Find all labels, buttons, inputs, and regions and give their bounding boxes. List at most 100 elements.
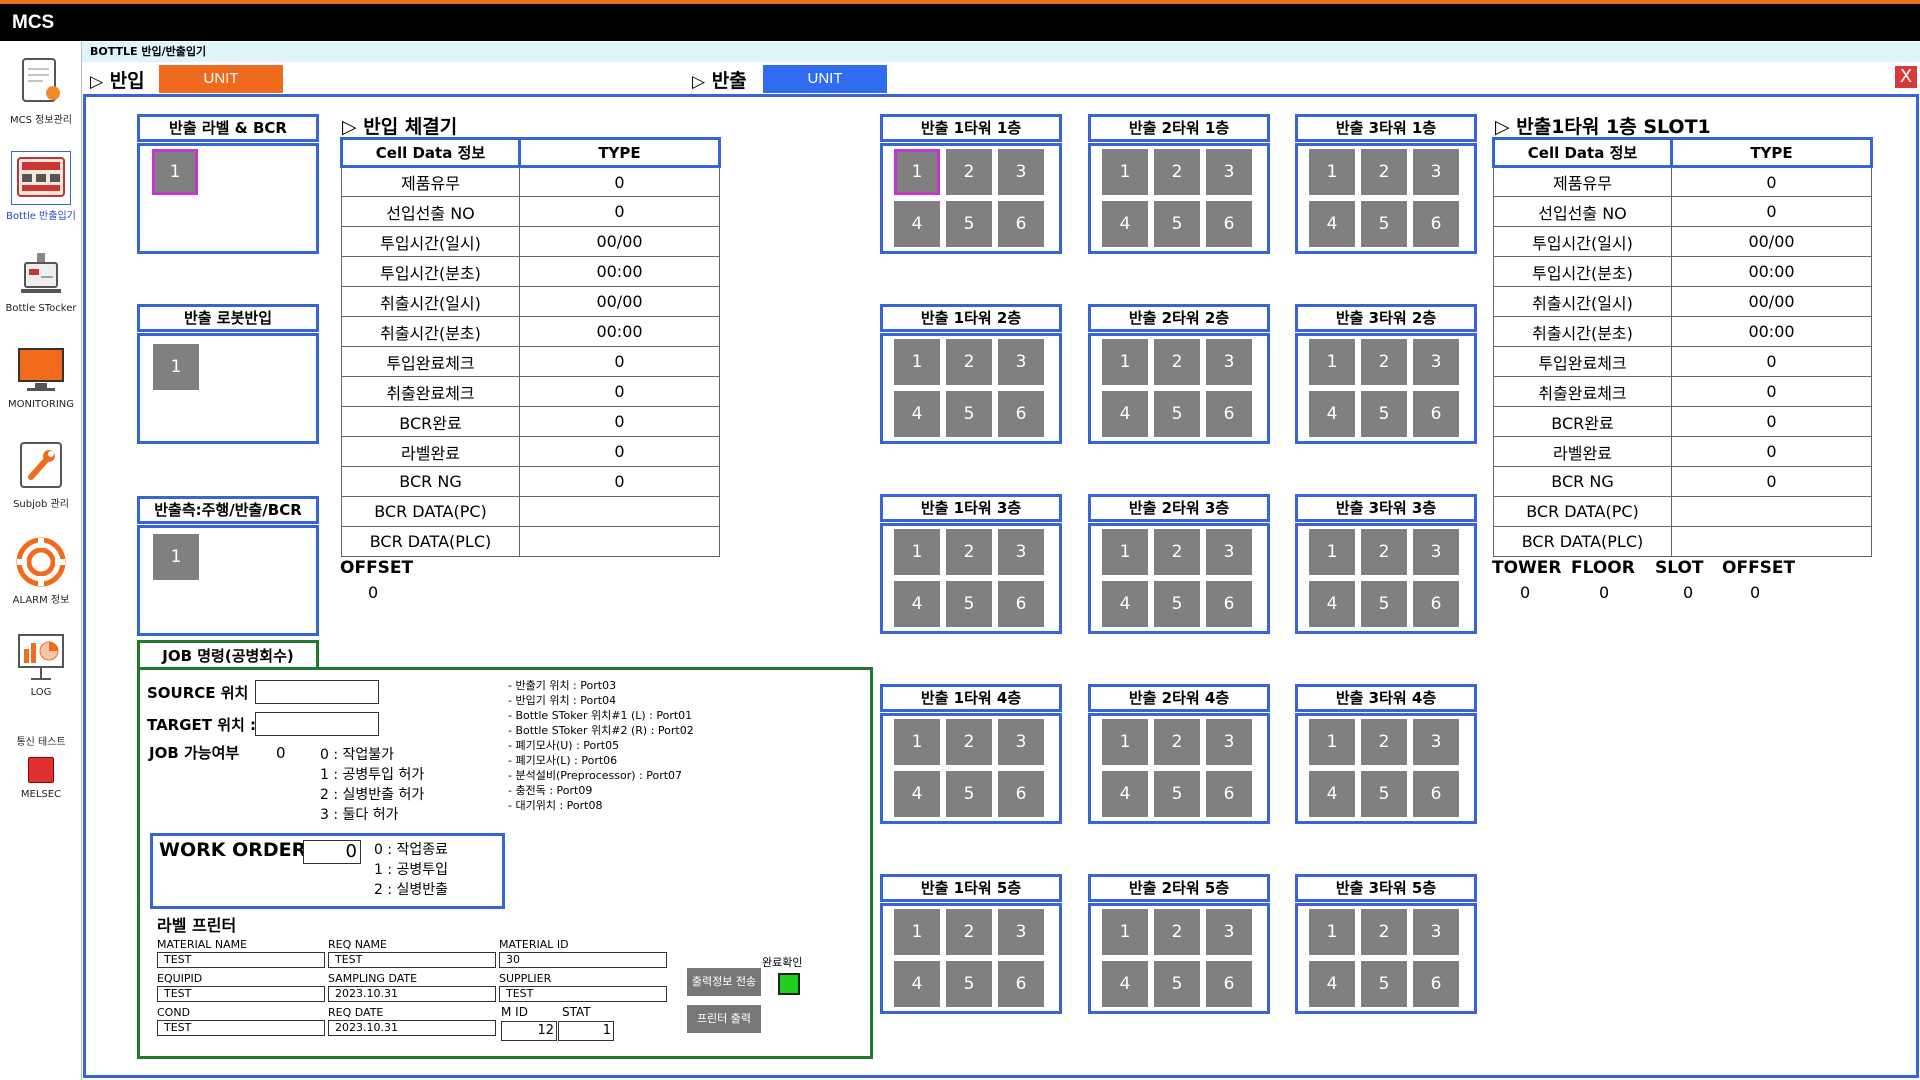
work-order-input[interactable]: 0 [303,840,361,864]
out-unit-tab[interactable]: UNIT [763,65,887,93]
slot-cell[interactable]: 1 [1309,909,1355,955]
slot-cell[interactable]: 2 [1154,719,1200,765]
slot-cell[interactable]: 1 [894,529,940,575]
slot-cell[interactable]: 2 [1361,719,1407,765]
equipid-field[interactable]: TEST [157,986,325,1002]
print-button[interactable]: 프린터 출력 [687,1005,761,1033]
req-name-field[interactable]: TEST [328,952,496,968]
send-print-info-button[interactable]: 출력정보 전송 [687,968,761,996]
slot-cell[interactable]: 5 [1154,961,1200,1007]
slot-cell[interactable]: 6 [1206,771,1252,817]
slot-cell[interactable]: 3 [1206,529,1252,575]
req-date-field[interactable]: 2023.10.31 [328,1020,496,1036]
sidebar-item-log[interactable]: LOG [0,631,82,698]
slot-cell[interactable]: 5 [946,201,992,247]
slot-cell[interactable]: 1 [1102,149,1148,195]
robot-in-cell[interactable]: 1 [153,344,199,390]
slot-cell[interactable]: 5 [1154,391,1200,437]
slot-cell[interactable]: 3 [1413,909,1459,955]
slot-cell[interactable]: 4 [1102,961,1148,1007]
supplier-field[interactable]: TEST [499,986,667,1002]
slot-cell[interactable]: 6 [998,391,1044,437]
slot-cell[interactable]: 3 [1206,719,1252,765]
slot-cell[interactable]: 4 [894,961,940,1007]
slot-cell[interactable]: 1 [1309,149,1355,195]
slot-cell[interactable]: 4 [1309,771,1355,817]
slot-cell[interactable]: 3 [998,719,1044,765]
slot-cell[interactable]: 4 [1309,391,1355,437]
in-unit-tab[interactable]: UNIT [159,65,283,93]
sidebar-item-subjob[interactable]: Subjob 관리 [0,439,82,510]
sidebar-item-alarm[interactable]: ALARM 정보 [0,535,82,606]
slot-cell[interactable]: 3 [1413,149,1459,195]
target-input[interactable] [255,712,379,736]
slot-cell[interactable]: 5 [1361,391,1407,437]
slot-cell[interactable]: 2 [1154,529,1200,575]
slot-cell[interactable]: 1 [1102,529,1148,575]
slot-cell[interactable]: 5 [1154,771,1200,817]
slot-cell[interactable]: 5 [1361,581,1407,627]
slot-cell[interactable]: 3 [1206,909,1252,955]
slot-cell[interactable]: 1 [1309,339,1355,385]
drive-bcr-cell[interactable]: 1 [153,534,199,580]
sidebar-item-monitoring[interactable]: MONITORING [0,343,82,410]
slot-cell[interactable]: 4 [894,771,940,817]
slot-cell[interactable]: 1 [1309,529,1355,575]
material-name-field[interactable]: TEST [157,952,325,968]
slot-cell[interactable]: 6 [1413,961,1459,1007]
slot-cell[interactable]: 4 [1309,581,1355,627]
slot-cell[interactable]: 6 [1206,961,1252,1007]
slot-cell[interactable]: 6 [998,201,1044,247]
slot-cell[interactable]: 6 [1413,581,1459,627]
slot-cell[interactable]: 1 [1102,909,1148,955]
slot-cell[interactable]: 5 [1361,201,1407,247]
slot-cell[interactable]: 5 [946,961,992,1007]
source-input[interactable] [255,680,379,704]
slot-cell[interactable]: 6 [998,581,1044,627]
slot-cell[interactable]: 2 [946,149,992,195]
sidebar-item-mcs-info[interactable]: MCS 정보관리 [0,55,82,126]
slot-cell[interactable]: 1 [894,339,940,385]
slot-cell[interactable]: 2 [1154,339,1200,385]
material-id-field[interactable]: 30 [499,952,667,968]
slot-cell[interactable]: 3 [998,339,1044,385]
label-bcr-cell[interactable]: 1 [152,149,198,195]
slot-cell[interactable]: 6 [1413,771,1459,817]
mid-field[interactable]: 12 [501,1021,557,1041]
melsec-status-button[interactable] [28,757,54,783]
slot-cell[interactable]: 6 [1206,581,1252,627]
slot-cell[interactable]: 2 [946,719,992,765]
slot-cell[interactable]: 4 [1102,771,1148,817]
slot-cell[interactable]: 2 [946,339,992,385]
slot-cell[interactable]: 1 [1309,719,1355,765]
slot-cell[interactable]: 4 [1102,201,1148,247]
slot-cell[interactable]: 4 [894,391,940,437]
slot-cell[interactable]: 3 [1413,339,1459,385]
slot-cell[interactable]: 5 [946,771,992,817]
slot-cell[interactable]: 6 [1206,201,1252,247]
slot-cell[interactable]: 2 [1361,909,1407,955]
slot-cell[interactable]: 4 [1309,961,1355,1007]
slot-cell[interactable]: 1 [1102,719,1148,765]
slot-cell[interactable]: 4 [894,581,940,627]
slot-cell[interactable]: 2 [1361,339,1407,385]
slot-cell[interactable]: 3 [998,149,1044,195]
close-button[interactable]: X [1894,65,1918,89]
slot-cell[interactable]: 6 [998,771,1044,817]
slot-cell[interactable]: 2 [1361,529,1407,575]
slot-cell[interactable]: 4 [1102,581,1148,627]
slot-cell[interactable]: 4 [1309,201,1355,247]
slot-cell[interactable]: 3 [998,529,1044,575]
sidebar-item-bottle-inout[interactable]: Bottle 반출입기 [0,151,82,222]
slot-cell[interactable]: 2 [946,529,992,575]
slot-cell[interactable]: 2 [1154,149,1200,195]
slot-cell[interactable]: 3 [1413,719,1459,765]
slot-cell[interactable]: 5 [946,391,992,437]
slot-cell[interactable]: 5 [1154,581,1200,627]
slot-cell[interactable]: 2 [946,909,992,955]
slot-cell[interactable]: 3 [1413,529,1459,575]
slot-cell[interactable]: 1 [894,719,940,765]
slot-cell[interactable]: 4 [1102,391,1148,437]
slot-cell[interactable]: 6 [1206,391,1252,437]
slot-cell[interactable]: 3 [998,909,1044,955]
